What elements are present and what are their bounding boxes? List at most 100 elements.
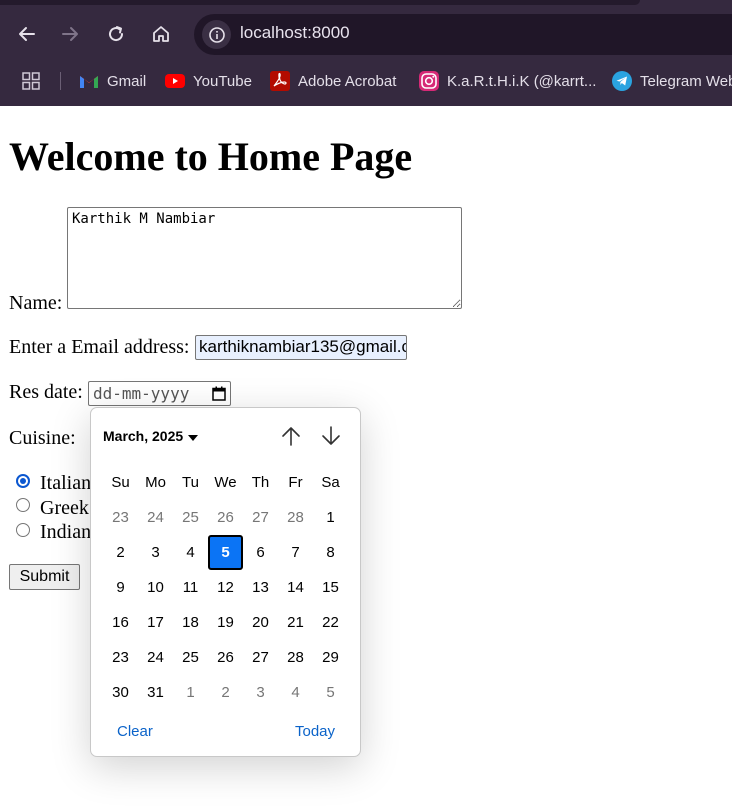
date-input[interactable]: dd-mm-yyyy (88, 381, 231, 406)
calendar-day[interactable]: 11 (173, 570, 208, 605)
name-textarea[interactable] (67, 207, 462, 309)
calendar-day[interactable]: 25 (173, 640, 208, 675)
weekday-header: Fr (288, 474, 303, 491)
calendar-day[interactable]: 5 (208, 535, 243, 570)
bookmark-label: K.a.R.t.H.i.K (@karrt... (447, 72, 597, 90)
date-label: Res date: (9, 381, 83, 403)
tab-strip (0, 0, 640, 5)
name-label: Name: (9, 292, 63, 314)
calendar-day[interactable]: 28 (278, 500, 313, 535)
calendar-day[interactable]: 13 (243, 570, 278, 605)
forward-arrow-icon (62, 27, 78, 41)
telegram-icon (612, 71, 632, 91)
browser-chrome: localhost:8000 Gmail YouTube Adobe Acrob… (0, 0, 732, 106)
calendar-day[interactable]: 14 (278, 570, 313, 605)
calendar-day[interactable]: 26 (208, 500, 243, 535)
calendar-day[interactable]: 31 (138, 675, 173, 710)
address-bar[interactable]: localhost:8000 (194, 14, 732, 55)
bookmarks-bar: Gmail YouTube Adobe Acrobat K.a.R.t.H.i.… (0, 64, 732, 98)
calendar-day[interactable]: 8 (313, 535, 348, 570)
calendar-day[interactable]: 1 (173, 675, 208, 710)
home-icon (153, 26, 169, 42)
radio-italian[interactable] (16, 474, 30, 488)
info-icon (208, 26, 225, 43)
radio-indian[interactable] (16, 523, 30, 537)
calendar-day[interactable]: 25 (173, 500, 208, 535)
weekday-header: Mo (145, 474, 166, 491)
calendar-day[interactable]: 2 (103, 535, 138, 570)
bookmark-instagram[interactable]: K.a.R.t.H.i.K (@karrt... (419, 70, 596, 92)
calendar-day[interactable]: 5 (313, 675, 348, 710)
calendar-day[interactable]: 6 (243, 535, 278, 570)
calendar-day[interactable]: 10 (138, 570, 173, 605)
bookmark-adobe-acrobat[interactable]: Adobe Acrobat (270, 70, 396, 92)
bookmark-gmail[interactable]: Gmail (79, 70, 146, 92)
calendar-icon[interactable] (212, 386, 226, 405)
previous-month-button[interactable] (279, 424, 303, 448)
calendar-day[interactable]: 17 (138, 605, 173, 640)
weekday-header: Th (251, 474, 270, 491)
bookmarks-separator (60, 72, 61, 90)
weekday-header: We (214, 474, 237, 491)
calendar-day[interactable]: 23 (103, 640, 138, 675)
gmail-icon (79, 71, 99, 91)
calendar-day[interactable]: 18 (173, 605, 208, 640)
weekday-header: Su (111, 474, 130, 491)
calendar-day[interactable]: 29 (313, 640, 348, 675)
calendar-day[interactable]: 30 (103, 675, 138, 710)
calendar-day[interactable]: 3 (138, 535, 173, 570)
bookmark-youtube[interactable]: YouTube (165, 70, 252, 92)
next-month-button[interactable] (319, 424, 343, 448)
date-placeholder: dd-mm-yyyy (93, 384, 190, 403)
calendar-day[interactable]: 26 (208, 640, 243, 675)
calendar-day[interactable]: 12 (208, 570, 243, 605)
radio-label-italian: Italian (40, 472, 92, 494)
bookmark-telegram[interactable]: Telegram Web (612, 70, 732, 92)
weekday-header: Tu (182, 474, 199, 491)
calendar-day[interactable]: 21 (278, 605, 313, 640)
radio-label-greek: Greek (40, 497, 89, 519)
email-input[interactable]: karthiknambiar135@gmail.com (195, 335, 407, 360)
calendar-day[interactable]: 7 (278, 535, 313, 570)
reload-icon (109, 26, 124, 42)
calendar-day[interactable]: 28 (278, 640, 313, 675)
weekday-header: Sa (321, 474, 340, 491)
radio-greek[interactable] (16, 498, 30, 512)
apps-button[interactable] (22, 72, 40, 95)
bookmark-label: Gmail (107, 72, 147, 90)
calendar-day[interactable]: 24 (138, 500, 173, 535)
url-text[interactable]: localhost:8000 (240, 23, 350, 43)
calendar-day[interactable]: 16 (103, 605, 138, 640)
reload-button[interactable] (102, 20, 130, 48)
calendar-day[interactable]: 9 (103, 570, 138, 605)
calendar-day[interactable]: 24 (138, 640, 173, 675)
cuisine-label: Cuisine: (9, 427, 76, 449)
youtube-icon (165, 71, 185, 91)
calendar-day[interactable]: 4 (278, 675, 313, 710)
email-label: Enter a Email address: (9, 336, 190, 358)
caret-down-icon (188, 428, 199, 444)
apps-grid-icon (22, 72, 40, 90)
forward-button[interactable] (56, 20, 84, 48)
radio-label-indian: Indian (40, 521, 92, 543)
calendar-day[interactable]: 19 (208, 605, 243, 640)
clear-button[interactable]: Clear (117, 723, 153, 740)
calendar-day[interactable]: 23 (103, 500, 138, 535)
home-button[interactable] (147, 20, 175, 48)
calendar-day[interactable]: 1 (313, 500, 348, 535)
calendar-day[interactable]: 4 (173, 535, 208, 570)
submit-button[interactable]: Submit (9, 564, 80, 590)
instagram-icon (419, 71, 439, 91)
arrow-up-icon (282, 427, 300, 446)
calendar-day[interactable]: 27 (243, 640, 278, 675)
calendar-day[interactable]: 2 (208, 675, 243, 710)
today-button[interactable]: Today (295, 723, 335, 740)
calendar-day[interactable]: 3 (243, 675, 278, 710)
calendar-day[interactable]: 20 (243, 605, 278, 640)
calendar-day[interactable]: 15 (313, 570, 348, 605)
back-button[interactable] (13, 20, 41, 48)
calendar-day[interactable]: 27 (243, 500, 278, 535)
month-year-selector[interactable]: March, 2025 (103, 428, 199, 444)
calendar-day[interactable]: 22 (313, 605, 348, 640)
site-info-button[interactable] (202, 20, 231, 49)
